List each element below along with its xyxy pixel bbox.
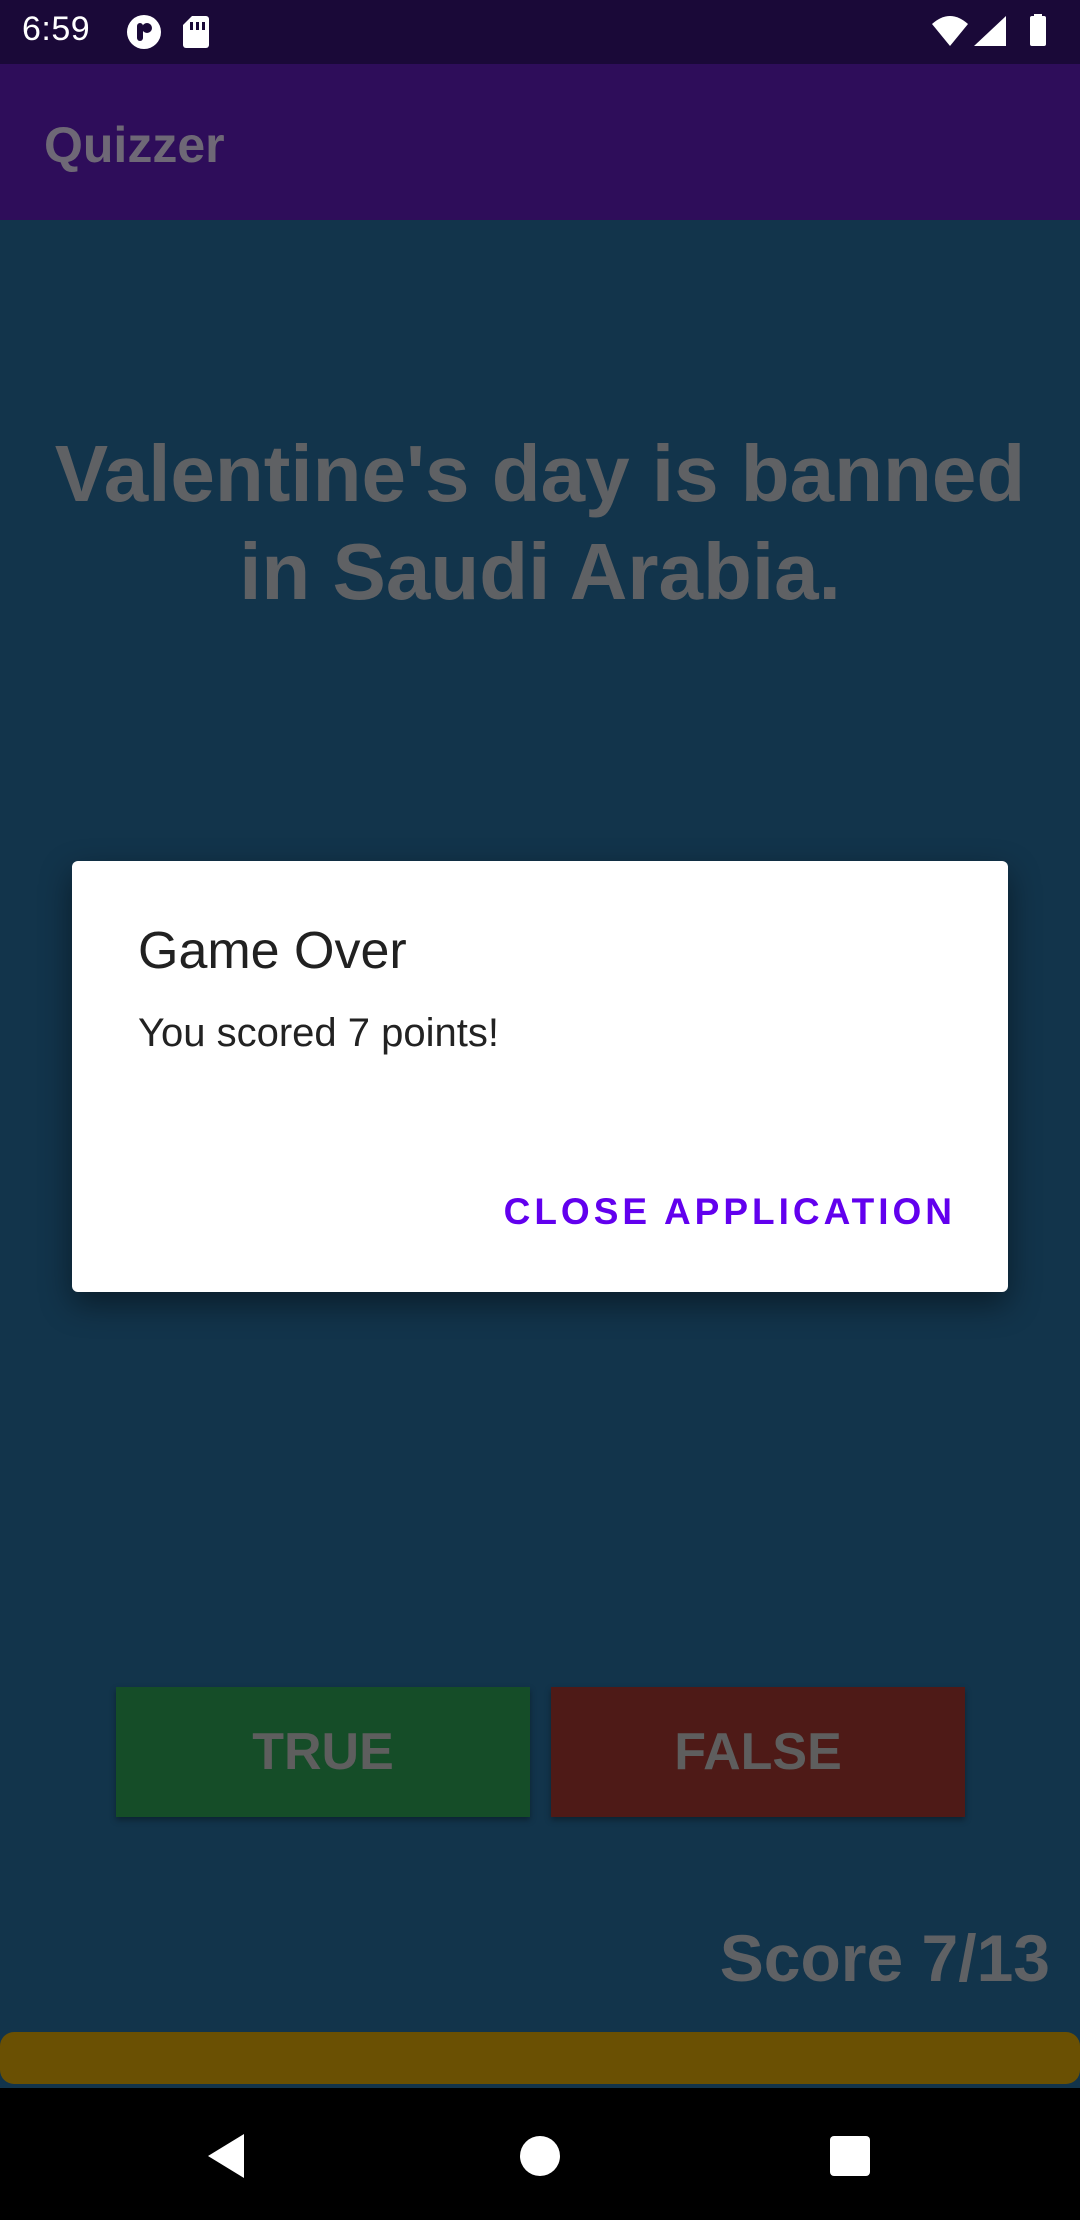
question-text: Valentine's day is banned in Saudi Arabi… (54, 429, 1026, 616)
signal-icon (974, 16, 1006, 46)
status-right-icons (930, 14, 1060, 55)
progress-fill (0, 2032, 1080, 2084)
false-button[interactable]: FALSE (551, 1687, 965, 1817)
app-title: Quizzer (44, 117, 225, 173)
back-icon[interactable] (200, 2128, 260, 2184)
game-over-dialog: Game Over You scored 7 points! CLOSE APP… (72, 861, 1008, 1292)
pocket-icon (127, 15, 209, 49)
status-bar: 6:59 (0, 0, 1080, 64)
status-left-icons (126, 14, 216, 55)
recents-icon[interactable] (820, 2128, 880, 2184)
score-text: Score 7/13 (719, 1921, 1050, 1995)
true-button[interactable]: TRUE (116, 1687, 530, 1817)
dialog-title: Game Over (138, 922, 407, 980)
false-button-label: FALSE (674, 1723, 842, 1781)
app-bar: Quizzer (0, 64, 1080, 220)
true-button-label: TRUE (252, 1723, 394, 1781)
wifi-icon (932, 16, 968, 46)
home-icon[interactable] (510, 2128, 570, 2184)
dialog-message: You scored 7 points! (138, 1011, 499, 1055)
quiz-progress-bar (0, 2032, 1080, 2084)
navigation-bar (0, 2088, 1080, 2220)
status-time: 6:59 (22, 10, 91, 48)
battery-icon (1030, 16, 1046, 46)
close-application-button[interactable]: CLOSE APPLICATION (504, 1191, 956, 1233)
